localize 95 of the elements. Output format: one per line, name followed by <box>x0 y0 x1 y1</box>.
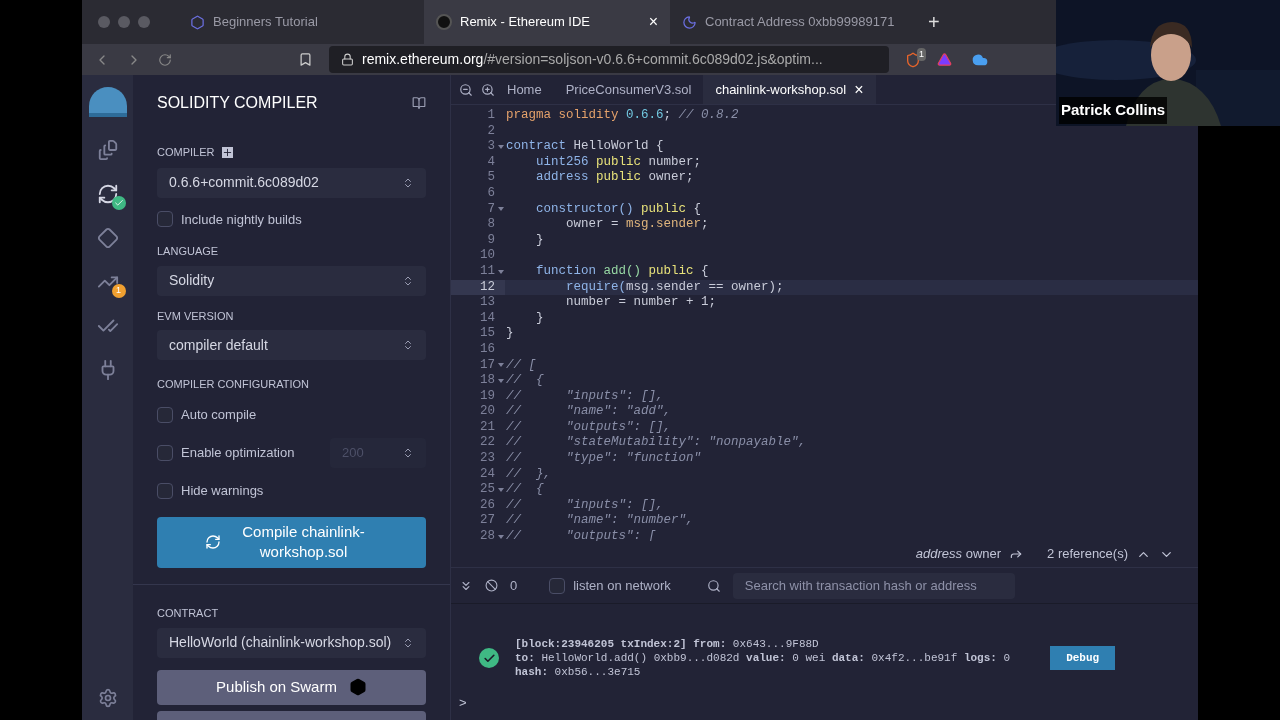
code-line: // [ <box>505 357 536 374</box>
editor-tab[interactable]: chainlink-workshop.sol × <box>703 75 876 104</box>
code-line: constructor() public { <box>535 201 702 218</box>
code-line: } <box>535 310 544 327</box>
line-number: 20 <box>479 404 496 420</box>
code-line: require(msg.sender == owner); <box>565 279 784 296</box>
code-line: // { <box>505 373 544 389</box>
code-line: // "name": "add", <box>505 404 672 420</box>
line-number: 6 <box>486 185 496 202</box>
code-line: address public owner; <box>535 170 694 186</box>
code-line: // "outputs": [], <box>505 419 672 436</box>
browser-tab[interactable]: Remix - Ethereum IDE × <box>424 0 670 44</box>
code-line: // "inputs": [], <box>505 497 664 514</box>
browser-tab[interactable]: Beginners Tutorial <box>178 0 424 44</box>
field-label: COMPILER <box>157 145 215 160</box>
line-number: 13 <box>479 295 496 311</box>
close-tab-button[interactable]: × <box>854 77 864 102</box>
checkbox-label: Include nightly builds <box>181 210 302 229</box>
log-line: [block:23946205 txIndex:2] from: 0x643...9F88D <box>515 637 820 651</box>
line-number: 9 <box>486 232 496 249</box>
code-line: // "inputs": [], <box>505 388 664 405</box>
url-text: remix.ethereum.org/#version=soljson-v0.6.6+commit.6c089d02.js&optim... <box>362 50 823 69</box>
code-line: } <box>535 232 544 249</box>
line-number: 17 <box>451 357 505 374</box>
tab-title: Beginners Tutorial <box>213 13 319 32</box>
code-line: // "outputs": [ <box>505 529 657 541</box>
contract-select[interactable]: HelloWorld (chainlink-workshop.sol) <box>157 627 426 658</box>
line-number: 25 <box>451 482 505 498</box>
checkbox-label: Auto compile <box>181 406 258 425</box>
field-label: LANGUAGE <box>157 244 220 260</box>
code-line: contract HelloWorld { <box>505 139 664 155</box>
code-line: number = number + 1; <box>565 295 717 311</box>
code-line: pragma solidity 0.6.6; // 0.8.2 <box>505 108 739 124</box>
code-line: // "type": "function" <box>505 451 702 467</box>
line-number: 23 <box>479 451 496 467</box>
panel-title: SOLIDITY COMPILER <box>157 93 318 113</box>
prompt: > <box>459 693 468 712</box>
participant-name: Patrick Collins <box>1059 97 1168 124</box>
line-number: 15 <box>479 326 496 342</box>
line-number: 18 <box>451 373 505 389</box>
new-tab-button[interactable]: + <box>916 7 952 37</box>
line-number: 22 <box>479 435 496 452</box>
field-label: CONTRACT <box>157 606 220 622</box>
code-line: function add() public { <box>535 263 709 280</box>
notification-badge: 1 <box>111 284 126 298</box>
line-number: 28 <box>451 529 505 541</box>
code-line: // "stateMutability": "nonpayable", <box>505 435 807 452</box>
reference-symbol: address owner <box>915 545 1002 564</box>
line-number: 21 <box>479 419 496 436</box>
line-number: 3 <box>451 139 505 155</box>
line-number: 10 <box>479 248 496 264</box>
line-number: 4 <box>486 154 496 171</box>
browser-tab[interactable]: Contract Address 0xbb99989171 <box>670 0 916 44</box>
tab-title: Remix - Ethereum IDE <box>460 13 592 32</box>
field-label: EVM VERSION <box>157 308 235 324</box>
line-number: 24 <box>479 466 496 483</box>
line-number: 2 <box>486 123 496 140</box>
code-line: } <box>505 326 514 342</box>
line-number: 16 <box>479 341 496 358</box>
line-number: 11 <box>451 263 505 280</box>
line-number: 14 <box>479 310 496 327</box>
line-number: 8 <box>486 217 496 233</box>
checkbox-label: Hide warnings <box>181 482 265 501</box>
search-field[interactable]: Search with transaction hash or address <box>732 572 1015 599</box>
code-line: // "name": "number", <box>505 513 694 530</box>
debug-button[interactable]: Debug <box>1050 645 1116 671</box>
line-number: 12 <box>451 279 505 296</box>
line-number: 19 <box>479 388 496 405</box>
code-line: uint256 public number; <box>535 154 702 171</box>
pending-count: 0 <box>510 576 518 595</box>
log-line: hash: 0xb56...3e715 <box>515 665 642 679</box>
shield-badge: 1 <box>917 47 926 61</box>
close-tab-button[interactable]: × <box>648 10 658 34</box>
evm-version-select[interactable]: compiler default <box>157 330 426 361</box>
tab-title: Contract Address 0xbb99989171 <box>705 13 896 32</box>
language-select[interactable]: Solidity <box>157 265 426 296</box>
compile-button[interactable]: Compile chainlink-workshop.sol <box>157 516 426 569</box>
line-number: 26 <box>479 497 496 514</box>
checkbox-label: Enable optimization <box>181 444 296 463</box>
reference-count: 2 reference(s) <box>1047 545 1128 564</box>
compiler-select[interactable]: 0.6.6+commit.6c089d02 <box>157 167 426 198</box>
editor-tab[interactable]: Home <box>495 75 554 104</box>
code-line: owner = msg.sender; <box>565 217 709 233</box>
line-number: 27 <box>479 513 496 530</box>
checkbox-label: listen on network <box>573 576 671 595</box>
field-label: COMPILER CONFIGURATION <box>157 377 310 393</box>
code-line: // }, <box>505 466 551 483</box>
editor-tab[interactable]: PriceConsumerV3.sol <box>553 75 704 104</box>
code-line: // { <box>505 482 544 498</box>
publish-button[interactable]: Publish on Swarm <box>157 669 426 706</box>
line-number: 7 <box>451 201 505 218</box>
line-number: 1 <box>486 108 496 124</box>
address-bar[interactable]: remix.ethereum.org/#version=soljson-v0.6.6+commit.6c089d02.js&optim... <box>329 46 889 73</box>
log-line: to: HelloWorld.add() 0xbb9...d082d value: 0 wei data: 0x4f2...be91f logs: 0 <box>515 651 1011 665</box>
line-number: 5 <box>486 170 496 186</box>
